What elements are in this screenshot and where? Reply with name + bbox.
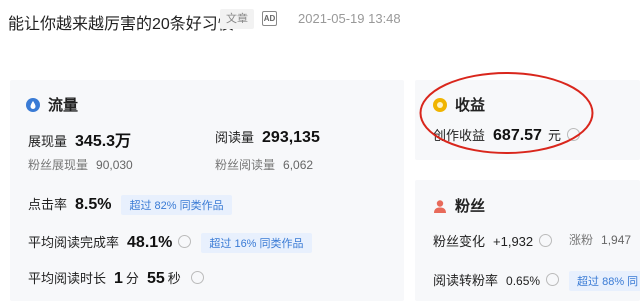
- conversion-percentile-badge: 超过 88% 同: [569, 271, 640, 291]
- fan-impressions-label: 粉丝展现量: [28, 158, 89, 172]
- impressions-row: 展现量 345.3万: [28, 127, 131, 151]
- fans-gain-value: 1,947: [601, 233, 632, 247]
- article-title[interactable]: 能让你越来越厉害的20条好习惯: [8, 10, 234, 34]
- fans-heading-label: 粉丝: [455, 198, 486, 215]
- duration-row: 平均阅读时长 1 分 55 秒: [28, 268, 204, 288]
- fan-impressions-row: 粉丝展现量 90,030: [28, 156, 133, 173]
- traffic-heading-label: 流量: [48, 97, 79, 114]
- user-icon: [434, 199, 446, 213]
- completion-value: 48.1%: [127, 234, 173, 251]
- clock-icon[interactable]: [178, 235, 192, 248]
- ctr-row: 点击率 8.5% 超过 82% 同类作品: [28, 194, 232, 215]
- fans-gain-label: 涨粉: [569, 233, 594, 247]
- traffic-card: 流量 展现量 345.3万 阅读量 293,135 粉丝展现量 90,030 粉…: [10, 80, 404, 301]
- duration-minutes: 1: [114, 270, 123, 287]
- fan-reads-row: 粉丝阅读量 6,062: [215, 156, 313, 173]
- ctr-percentile-badge: 超过 82% 同类作品: [121, 195, 232, 215]
- article-type-tag: 文章: [220, 9, 254, 29]
- duration-seconds: 55: [146, 270, 165, 287]
- fans-card: 粉丝 粉丝变化 +1,932 涨粉 1,947 阅读转粉率 0.65% 超过 8…: [415, 180, 640, 301]
- duration-seconds-unit: 秒: [167, 271, 181, 286]
- traffic-heading: 流量: [26, 94, 78, 115]
- ctr-label: 点击率: [28, 197, 68, 212]
- fan-reads-value: 6,062: [283, 158, 314, 172]
- completion-row: 平均阅读完成率 48.1% 超过 16% 同类作品: [28, 232, 312, 253]
- clock-icon[interactable]: [546, 273, 560, 286]
- ad-badge-icon: AD: [262, 11, 277, 26]
- fans-gain-row: 涨粉 1,947: [569, 231, 631, 248]
- fan-impressions-value: 90,030: [96, 158, 133, 172]
- fans-change-label: 粉丝变化: [433, 234, 486, 249]
- duration-label: 平均阅读时长: [28, 271, 107, 286]
- conversion-row: 阅读转粉率 0.65% 超过 88% 同: [433, 270, 640, 291]
- fan-reads-label: 粉丝阅读量: [215, 158, 276, 172]
- impressions-label: 展现量: [28, 134, 68, 149]
- article-header: 能让你越来越厉害的20条好习惯 文章 AD 2021-05-19 13:48: [0, 0, 640, 38]
- conversion-label: 阅读转粉率: [433, 273, 499, 288]
- clock-icon[interactable]: [539, 234, 553, 247]
- clock-icon[interactable]: [190, 271, 204, 284]
- impressions-value: 345.3万: [75, 133, 132, 150]
- conversion-value: 0.65%: [506, 274, 541, 288]
- reads-value: 293,135: [262, 129, 320, 146]
- fans-heading: 粉丝: [433, 195, 485, 216]
- fans-change-value: +1,932: [493, 234, 534, 249]
- duration-minutes-unit: 分: [125, 271, 139, 286]
- reads-row: 阅读量 293,135: [215, 127, 320, 147]
- fans-change-row: 粉丝变化 +1,932: [433, 231, 553, 250]
- completion-label: 平均阅读完成率: [28, 235, 120, 250]
- completion-percentile-badge: 超过 16% 同类作品: [201, 233, 312, 253]
- reads-label: 阅读量: [215, 130, 255, 145]
- annotation-ellipse: [419, 72, 594, 154]
- publish-datetime: 2021-05-19 13:48: [298, 11, 401, 26]
- drop-icon: [26, 97, 40, 112]
- ctr-value: 8.5%: [75, 196, 112, 213]
